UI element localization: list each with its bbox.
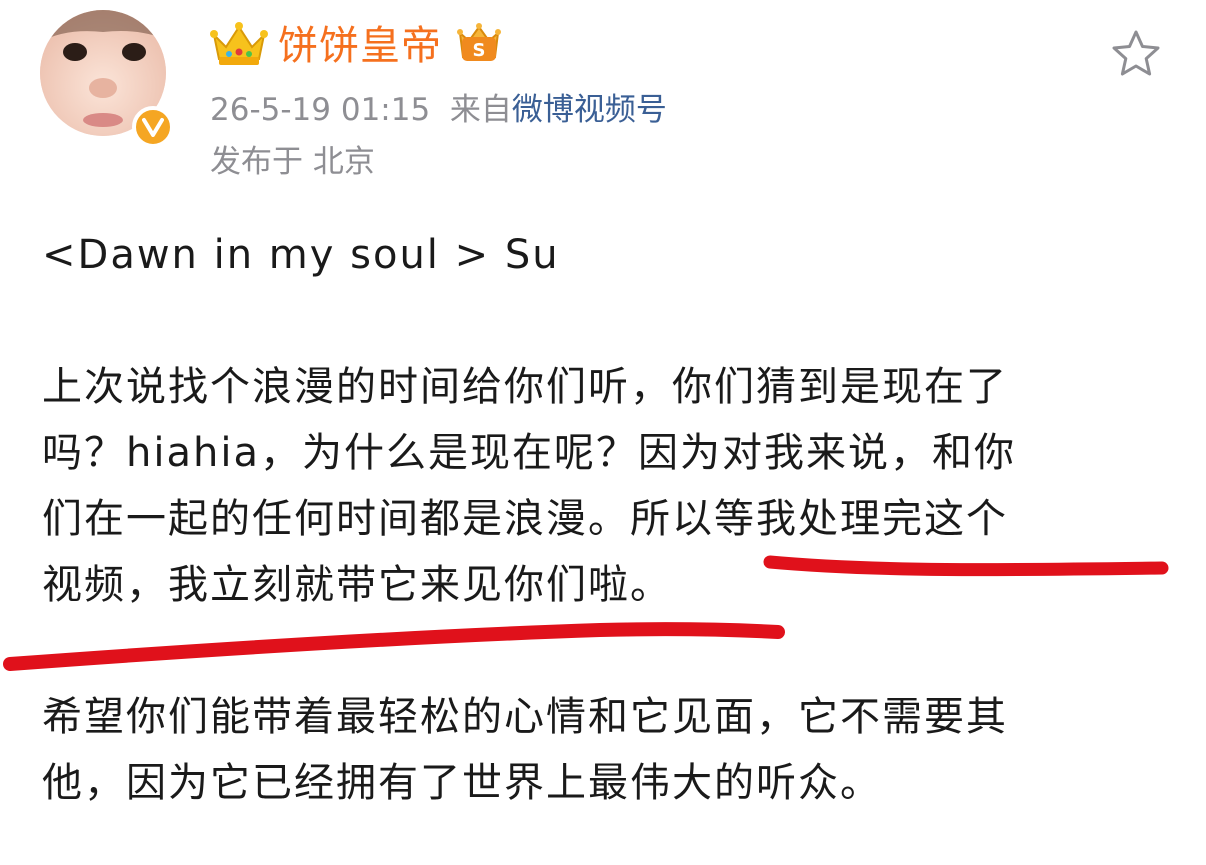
post-paragraph-1-line-3-a: 们在一起的任何时间都是浪漫。所: [42, 496, 672, 542]
avatar-container[interactable]: [40, 10, 174, 148]
post-paragraph-1-line-2: 吗？hiahia，为什么是现在呢？因为对我来说，和你: [42, 430, 1016, 476]
post-body: <Dawn in my soul > Su 上次说找个浪漫的时间给你们听，你们猜…: [42, 222, 1162, 816]
username[interactable]: 饼饼皇帝: [278, 18, 442, 74]
post-paragraph-1-line-4: 视频，我立刻就带它来见你们啦。: [42, 562, 672, 608]
source-link[interactable]: 微博视频号: [512, 92, 667, 128]
svg-text:S: S: [473, 40, 486, 61]
post-title: <Dawn in my soul > Su: [42, 232, 560, 278]
star-outline-icon[interactable]: [1110, 28, 1162, 80]
post-meta: 26-5-19 01:15 来自微博视频号: [210, 88, 667, 132]
verified-v-icon: [132, 106, 174, 148]
post-timestamp: 26-5-19 01:15: [210, 92, 431, 128]
post-paragraph-1-line-3-b: 以等我处理完这个: [672, 496, 1008, 542]
post-paragraph-2-line-1: 希望你们能带着最轻松的心情和它见面，它不需要其: [42, 694, 1008, 740]
post-paragraph-1-line-3: 们在一起的任何时间都是浪漫。所以等我处理完这个: [42, 486, 1162, 552]
username-row: 饼饼皇帝 S: [210, 18, 506, 74]
post-paragraph-2-line-2: 他，因为它已经拥有了世界上最伟大的听众。: [42, 760, 882, 806]
member-badge-icon[interactable]: S: [452, 21, 506, 71]
post-paragraph-1-line-1: 上次说找个浪漫的时间给你们听，你们猜到是现在了: [42, 364, 1008, 410]
source-prefix: 来自: [449, 92, 512, 128]
post-location: 发布于 北京: [210, 144, 375, 180]
crown-icon: [210, 21, 268, 71]
